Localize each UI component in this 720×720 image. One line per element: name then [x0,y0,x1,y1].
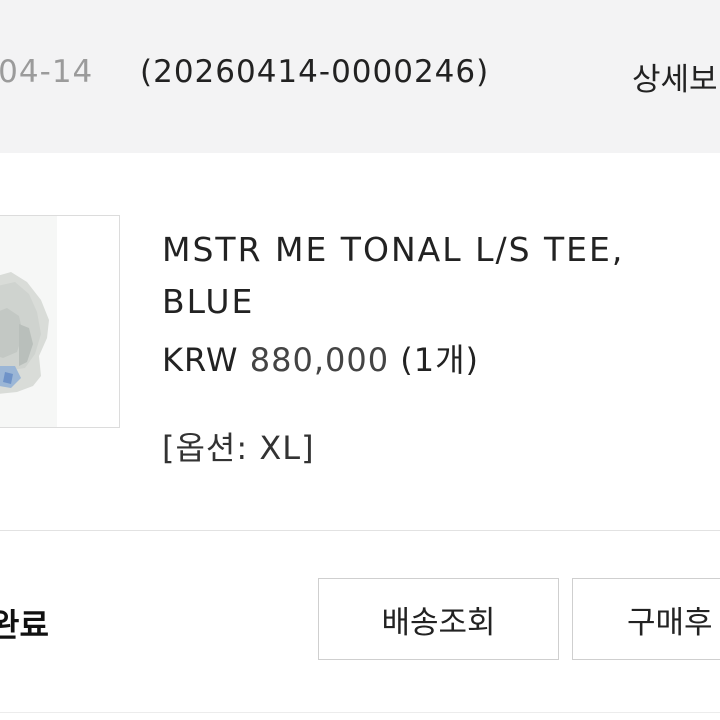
product-price: KRW 880,000 (1개) [162,335,479,381]
order-status: 완료 [0,606,49,644]
section-divider [0,530,720,531]
order-number: (20260414-0000246) [140,54,490,90]
product-name[interactable]: MSTR ME TONAL L/S TEE, BLUE [162,224,702,328]
order-detail-link[interactable]: 상세보 [632,54,718,99]
product-thumbnail[interactable] [0,215,120,428]
order-card: -04-14 (20260414-0000246) 상세보 MSTR ME TO… [0,0,720,720]
tshirt-image [0,216,119,427]
purchase-confirm-button[interactable]: 구매후 [572,578,720,660]
order-header: -04-14 (20260414-0000246) 상세보 [0,0,720,153]
bottom-divider [0,712,720,713]
price-amount: 880,000 [249,341,390,379]
product-option: [옵션: XL] [162,429,315,467]
price-currency: KRW [162,341,239,379]
order-date: -04-14 [0,54,94,90]
price-quantity: (1개) [400,341,480,379]
track-delivery-button[interactable]: 배송조회 [318,578,559,660]
